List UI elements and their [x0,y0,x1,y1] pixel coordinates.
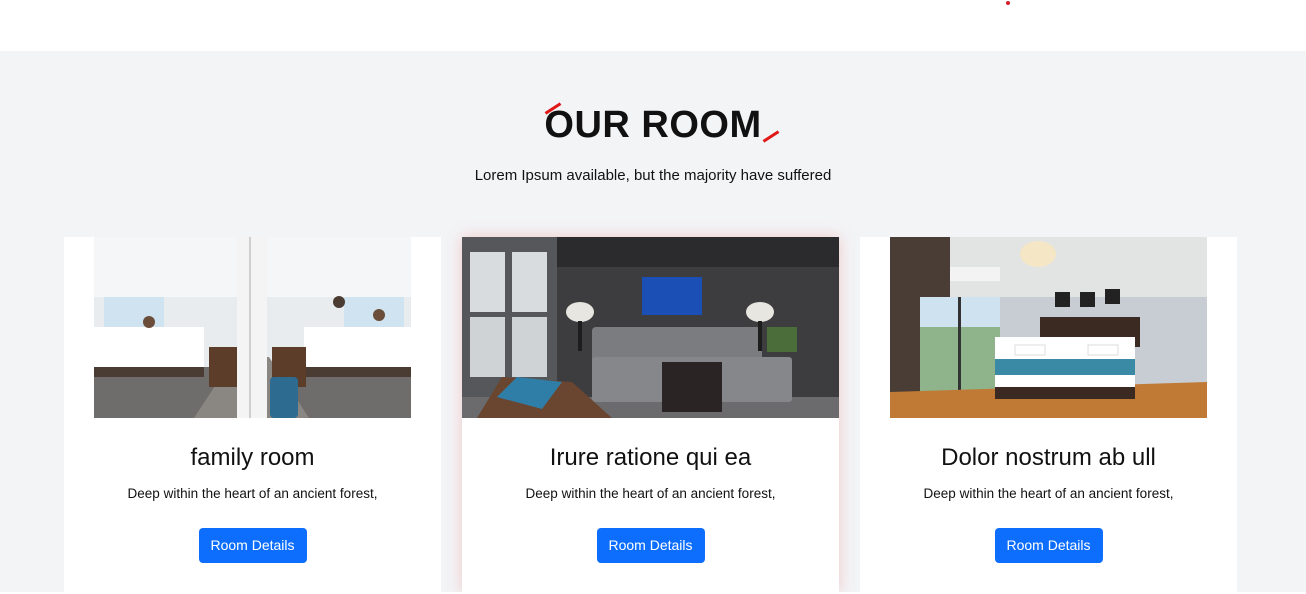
nav-indicator-dot [1006,1,1010,5]
room-title: Irure ratione qui ea [549,444,752,471]
room-details-button[interactable]: Room Details [198,528,307,563]
room-image[interactable] [462,237,839,418]
room-image[interactable] [94,237,411,418]
room-title: family room [190,444,315,471]
room-title: Dolor nostrum ab ull [941,444,1156,471]
section-title: OUR ROOM [544,100,779,150]
section-title-text: OUR ROOM [544,104,762,146]
room-image[interactable] [890,237,1207,418]
title-accent-right [762,130,779,143]
room-card: Irure ratione qui ea Deep within the hea… [462,237,839,592]
section-header: OUR ROOM [0,100,1306,150]
section-subtitle: Lorem Ipsum available, but the majority … [474,167,832,184]
room-description: Deep within the heart of an ancient fore… [525,486,776,501]
top-navbar [0,0,1306,51]
room-description: Deep within the heart of an ancient fore… [127,486,378,501]
room-details-button[interactable]: Room Details [994,528,1103,563]
room-details-button[interactable]: Room Details [596,528,705,563]
room-description: Deep within the heart of an ancient fore… [923,486,1174,501]
room-card: Dolor nostrum ab ull Deep within the hea… [860,237,1237,592]
room-card: family room Deep within the heart of an … [64,237,441,592]
